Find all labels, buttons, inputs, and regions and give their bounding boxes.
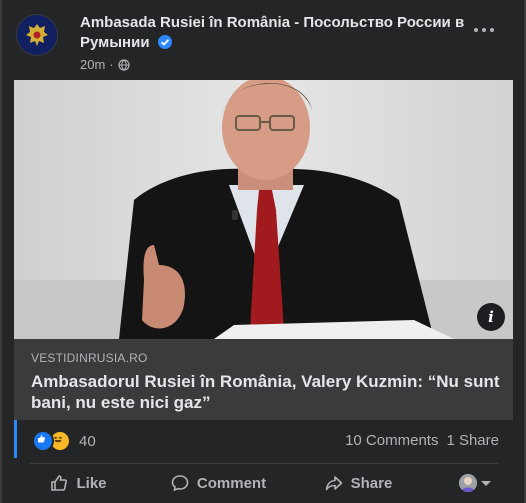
verified-badge-icon xyxy=(157,35,172,49)
comment-button[interactable]: Comment xyxy=(141,466,296,500)
post-card: Ambasada Rusiei în România - Посольство … xyxy=(0,0,526,503)
action-bar: Like Comment Share xyxy=(16,465,510,501)
link-title[interactable]: Ambasadorul Rusiei în România, Valery Ku… xyxy=(31,371,501,413)
page-name[interactable]: Ambasada Rusiei în România - Посольство … xyxy=(80,13,470,53)
share-button[interactable]: Share xyxy=(296,466,421,500)
reactions-summary[interactable]: 40 xyxy=(32,430,96,452)
comments-count[interactable]: 10 Comments xyxy=(345,432,438,449)
coat-of-arms-icon xyxy=(17,15,57,55)
react-as-selector[interactable] xyxy=(421,474,491,492)
share-icon xyxy=(325,476,342,491)
like-label: Like xyxy=(76,474,107,492)
globe-icon xyxy=(118,58,130,71)
comment-label: Comment xyxy=(196,474,267,492)
dot-icon xyxy=(490,28,494,32)
reaction-count[interactable]: 40 xyxy=(79,433,96,450)
like-button[interactable]: Like xyxy=(16,466,141,500)
shares-count[interactable]: 1 Share xyxy=(446,432,499,449)
ambassador-photo xyxy=(14,80,513,339)
link-preview-image[interactable]: i xyxy=(14,80,513,339)
like-reaction-icon xyxy=(32,430,54,452)
dot-icon xyxy=(474,28,478,32)
page-avatar[interactable] xyxy=(16,14,58,56)
divider xyxy=(30,463,498,464)
post-time[interactable]: 20m xyxy=(80,57,105,72)
user-avatar xyxy=(459,474,477,492)
dot-icon xyxy=(482,28,486,32)
accent-bar xyxy=(14,420,17,458)
thumbs-up-icon xyxy=(51,475,68,491)
engagement-counts: 10 Comments 1 Share xyxy=(345,432,499,449)
comment-icon xyxy=(171,475,189,492)
post-stats: 40 10 Comments 1 Share xyxy=(14,420,513,462)
more-options-button[interactable] xyxy=(470,20,498,40)
link-domain: VESTIDINRUSIA.RO xyxy=(31,351,148,365)
share-label: Share xyxy=(350,474,393,492)
chevron-down-icon xyxy=(481,480,491,486)
info-button[interactable]: i xyxy=(477,303,505,331)
page-name-text[interactable]: Ambasada Rusiei în România - Посольство … xyxy=(80,14,464,51)
post-meta: 20m · xyxy=(80,57,130,72)
link-preview[interactable]: VESTIDINRUSIA.RO Ambasadorul Rusiei în R… xyxy=(14,339,513,420)
